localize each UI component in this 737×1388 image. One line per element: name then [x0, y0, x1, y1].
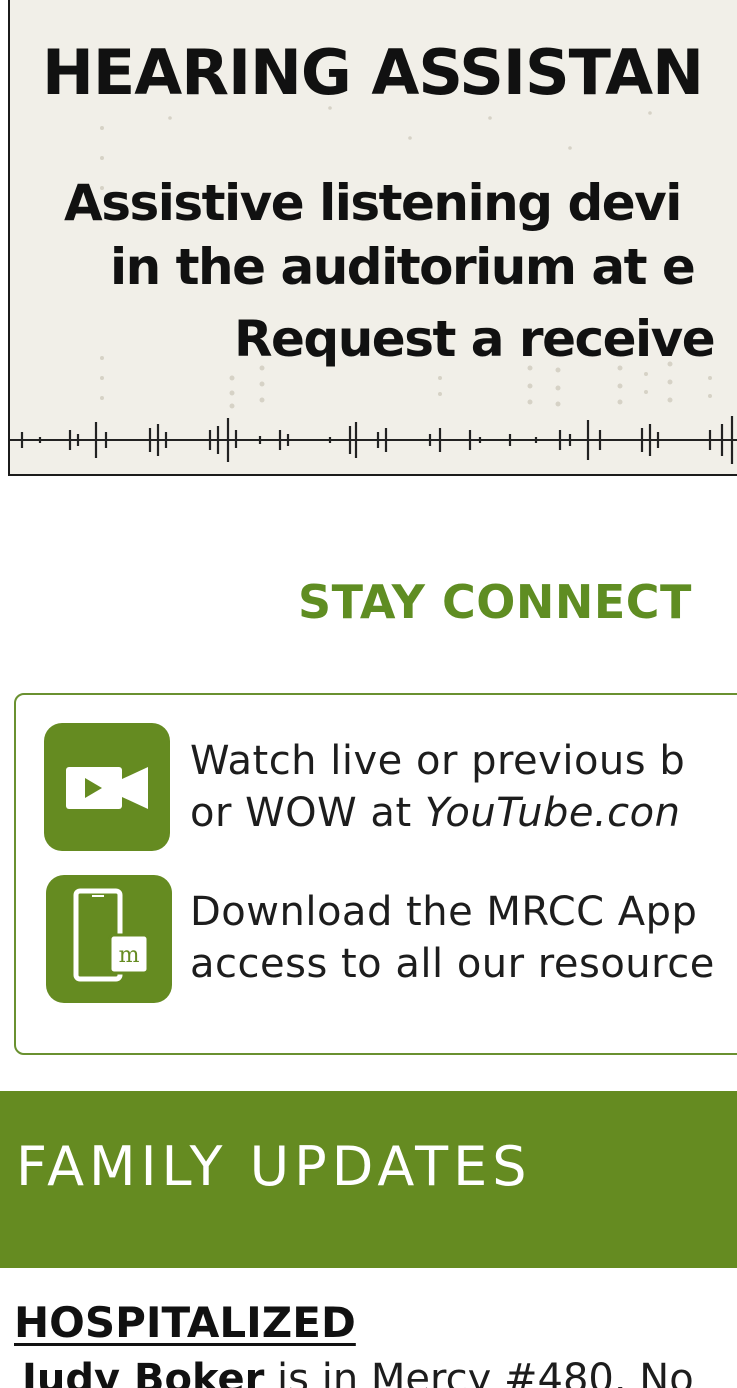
bulletin-page: HEARING ASSISTAN Assistive listening dev…	[0, 0, 737, 1388]
app-text-line-2: access to all our resource	[190, 941, 715, 987]
youtube-text-line-1: Watch live or previous b	[190, 738, 686, 784]
patient-name: Judy Boker	[22, 1356, 265, 1388]
app-text: Download the MRCC App access to all our …	[190, 886, 715, 990]
patient-details: is in Mercy #480. No	[264, 1356, 694, 1388]
phone-app-icon[interactable]: m	[46, 875, 172, 1003]
family-updates-band: FAMILY UPDATES	[0, 1091, 737, 1268]
hearing-line-3: Request a receive	[234, 310, 716, 368]
youtube-text: Watch live or previous b or WOW at YouTu…	[190, 735, 685, 839]
hospitalized-heading: HOSPITALIZED	[14, 1298, 356, 1347]
app-text-line-1: Download the MRCC App	[190, 889, 698, 935]
app-badge-letter: m	[119, 943, 140, 968]
hearing-line-1: Assistive listening devi	[64, 174, 682, 232]
family-updates-title: FAMILY UPDATES	[16, 1135, 532, 1198]
youtube-link[interactable]: YouTube.con	[425, 790, 681, 836]
stay-connected-title: STAY CONNECT	[298, 575, 692, 629]
hearing-line-2: in the auditorium at e	[110, 238, 696, 296]
sound-wave-graphic	[10, 416, 737, 464]
video-camera-icon[interactable]	[44, 723, 170, 851]
hearing-title: HEARING ASSISTAN	[42, 36, 704, 109]
hospitalized-entry: Judy Boker is in Mercy #480. No	[22, 1356, 694, 1388]
hearing-assistance-banner: HEARING ASSISTAN Assistive listening dev…	[8, 0, 737, 476]
youtube-text-prefix: or WOW at	[190, 790, 425, 836]
